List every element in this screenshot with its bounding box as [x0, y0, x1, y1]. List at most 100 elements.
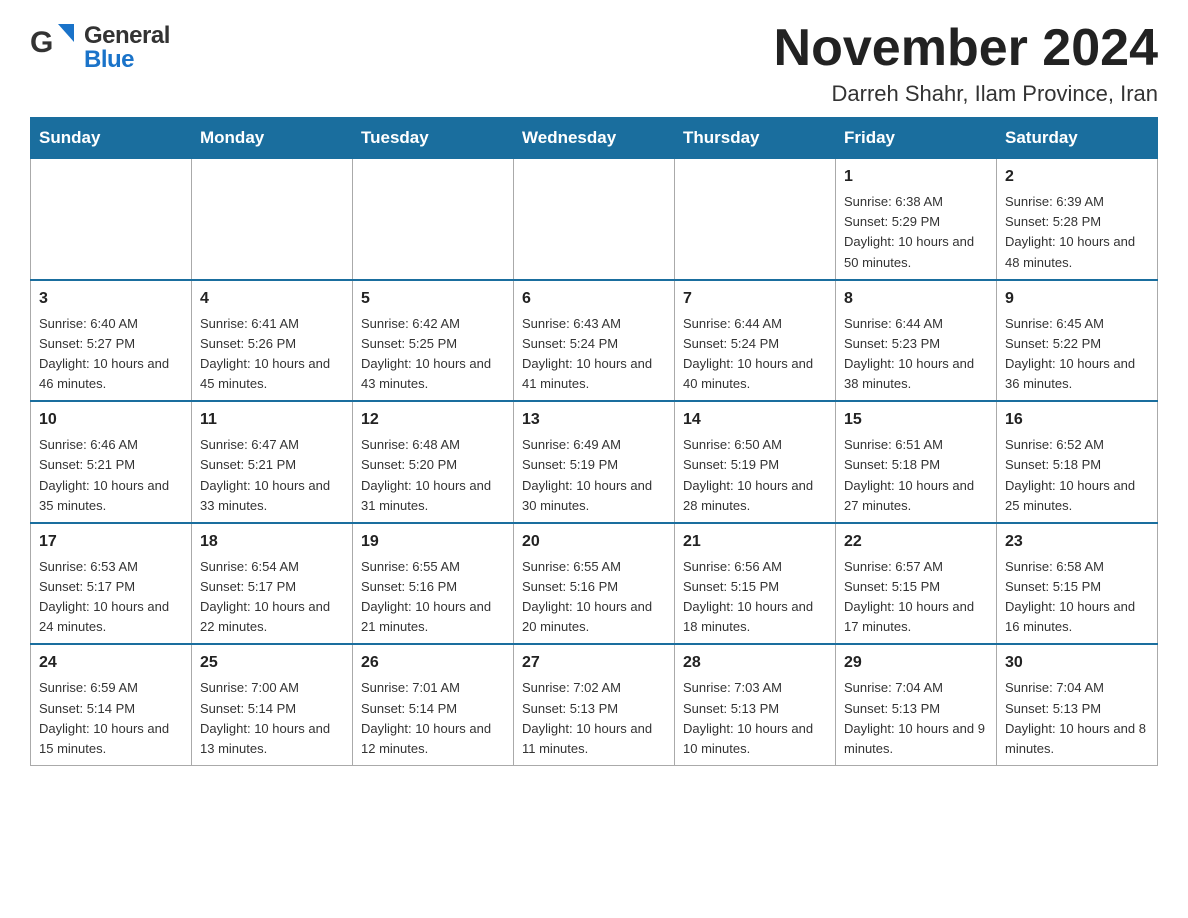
day-number: 22: [844, 530, 988, 554]
day-number: 14: [683, 408, 827, 432]
day-of-week-header: Tuesday: [353, 118, 514, 159]
day-info: Sunrise: 6:48 AM Sunset: 5:20 PM Dayligh…: [361, 435, 505, 516]
calendar-cell: 21 Sunrise: 6:56 AM Sunset: 5:15 PM Dayli…: [675, 523, 836, 645]
day-info: Sunrise: 6:50 AM Sunset: 5:19 PM Dayligh…: [683, 435, 827, 516]
calendar-cell: 23 Sunrise: 6:58 AM Sunset: 5:15 PM Dayli…: [997, 523, 1158, 645]
day-info: Sunrise: 7:04 AM Sunset: 5:13 PM Dayligh…: [1005, 678, 1149, 759]
calendar-table: SundayMondayTuesdayWednesdayThursdayFrid…: [30, 117, 1158, 766]
calendar-cell: 26Sunrise: 7:01 AM Sunset: 5:14 PM Dayli…: [353, 644, 514, 765]
calendar-cell: [192, 159, 353, 280]
day-info: Sunrise: 7:01 AM Sunset: 5:14 PM Dayligh…: [361, 678, 505, 759]
day-info: Sunrise: 7:03 AM Sunset: 5:13 PM Dayligh…: [683, 678, 827, 759]
calendar-cell: 15 Sunrise: 6:51 AM Sunset: 5:18 PM Dayli…: [836, 401, 997, 523]
day-info: Sunrise: 6:38 AM Sunset: 5:29 PM Dayligh…: [844, 192, 988, 273]
day-info: Sunrise: 6:39 AM Sunset: 5:28 PM Dayligh…: [1005, 192, 1149, 273]
calendar-cell: 10Sunrise: 6:46 AM Sunset: 5:21 PM Dayli…: [31, 401, 192, 523]
day-info: Sunrise: 6:52 AM Sunset: 5:18 PM Dayligh…: [1005, 435, 1149, 516]
calendar-week-row: 17 Sunrise: 6:53 AM Sunset: 5:17 PM Dayli…: [31, 523, 1158, 645]
calendar-week-row: 10Sunrise: 6:46 AM Sunset: 5:21 PM Dayli…: [31, 401, 1158, 523]
day-info: Sunrise: 6:41 AM Sunset: 5:26 PM Dayligh…: [200, 314, 344, 395]
logo: G General Blue: [30, 20, 170, 75]
calendar-cell: 29Sunrise: 7:04 AM Sunset: 5:13 PM Dayli…: [836, 644, 997, 765]
day-info: Sunrise: 6:42 AM Sunset: 5:25 PM Dayligh…: [361, 314, 505, 395]
day-info: Sunrise: 6:57 AM Sunset: 5:15 PM Dayligh…: [844, 557, 988, 638]
day-info: Sunrise: 7:04 AM Sunset: 5:13 PM Dayligh…: [844, 678, 988, 759]
calendar-cell: 18Sunrise: 6:54 AM Sunset: 5:17 PM Dayli…: [192, 523, 353, 645]
day-info: Sunrise: 7:02 AM Sunset: 5:13 PM Dayligh…: [522, 678, 666, 759]
logo-icon: G: [30, 20, 80, 75]
day-info: Sunrise: 6:44 AM Sunset: 5:23 PM Dayligh…: [844, 314, 988, 395]
day-info: Sunrise: 6:44 AM Sunset: 5:24 PM Dayligh…: [683, 314, 827, 395]
calendar-cell: 14 Sunrise: 6:50 AM Sunset: 5:19 PM Dayli…: [675, 401, 836, 523]
day-number: 20: [522, 530, 666, 554]
day-number: 7: [683, 287, 827, 311]
calendar-cell: 4Sunrise: 6:41 AM Sunset: 5:26 PM Daylig…: [192, 280, 353, 402]
calendar-cell: 28 Sunrise: 7:03 AM Sunset: 5:13 PM Dayli…: [675, 644, 836, 765]
calendar-cell: 13 Sunrise: 6:49 AM Sunset: 5:19 PM Dayli…: [514, 401, 675, 523]
day-number: 9: [1005, 287, 1149, 311]
day-number: 17: [39, 530, 183, 554]
calendar-cell: [514, 159, 675, 280]
day-of-week-header: Sunday: [31, 118, 192, 159]
day-number: 24: [39, 651, 183, 675]
day-info: Sunrise: 6:47 AM Sunset: 5:21 PM Dayligh…: [200, 435, 344, 516]
day-number: 28: [683, 651, 827, 675]
calendar-cell: 11 Sunrise: 6:47 AM Sunset: 5:21 PM Dayli…: [192, 401, 353, 523]
calendar-cell: 12Sunrise: 6:48 AM Sunset: 5:20 PM Dayli…: [353, 401, 514, 523]
calendar-week-row: 24Sunrise: 6:59 AM Sunset: 5:14 PM Dayli…: [31, 644, 1158, 765]
calendar-cell: 22 Sunrise: 6:57 AM Sunset: 5:15 PM Dayli…: [836, 523, 997, 645]
calendar-cell: 5 Sunrise: 6:42 AM Sunset: 5:25 PM Daylig…: [353, 280, 514, 402]
logo-general-text: General: [84, 24, 170, 48]
day-number: 23: [1005, 530, 1149, 554]
calendar-cell: [31, 159, 192, 280]
day-number: 18: [200, 530, 344, 554]
day-info: Sunrise: 6:55 AM Sunset: 5:16 PM Dayligh…: [361, 557, 505, 638]
calendar-cell: 25 Sunrise: 7:00 AM Sunset: 5:14 PM Dayli…: [192, 644, 353, 765]
day-number: 5: [361, 287, 505, 311]
calendar-cell: 16 Sunrise: 6:52 AM Sunset: 5:18 PM Dayli…: [997, 401, 1158, 523]
calendar-cell: 27 Sunrise: 7:02 AM Sunset: 5:13 PM Dayli…: [514, 644, 675, 765]
calendar-cell: 6 Sunrise: 6:43 AM Sunset: 5:24 PM Daylig…: [514, 280, 675, 402]
calendar-cell: 8 Sunrise: 6:44 AM Sunset: 5:23 PM Daylig…: [836, 280, 997, 402]
day-number: 19: [361, 530, 505, 554]
day-of-week-header: Friday: [836, 118, 997, 159]
day-number: 11: [200, 408, 344, 432]
day-info: Sunrise: 6:53 AM Sunset: 5:17 PM Dayligh…: [39, 557, 183, 638]
day-of-week-header: Wednesday: [514, 118, 675, 159]
day-number: 16: [1005, 408, 1149, 432]
day-of-week-header: Monday: [192, 118, 353, 159]
calendar-week-row: 3Sunrise: 6:40 AM Sunset: 5:27 PM Daylig…: [31, 280, 1158, 402]
calendar-cell: 20Sunrise: 6:55 AM Sunset: 5:16 PM Dayli…: [514, 523, 675, 645]
location-subtitle: Darreh Shahr, Ilam Province, Iran: [774, 81, 1158, 107]
title-block: November 2024 Darreh Shahr, Ilam Provinc…: [774, 20, 1158, 107]
day-of-week-header: Thursday: [675, 118, 836, 159]
calendar-week-row: 1Sunrise: 6:38 AM Sunset: 5:29 PM Daylig…: [31, 159, 1158, 280]
day-number: 6: [522, 287, 666, 311]
calendar-cell: 7 Sunrise: 6:44 AM Sunset: 5:24 PM Daylig…: [675, 280, 836, 402]
calendar-cell: 19 Sunrise: 6:55 AM Sunset: 5:16 PM Dayli…: [353, 523, 514, 645]
day-number: 25: [200, 651, 344, 675]
day-number: 21: [683, 530, 827, 554]
calendar-cell: [675, 159, 836, 280]
day-number: 27: [522, 651, 666, 675]
calendar-cell: 17 Sunrise: 6:53 AM Sunset: 5:17 PM Dayli…: [31, 523, 192, 645]
day-info: Sunrise: 6:56 AM Sunset: 5:15 PM Dayligh…: [683, 557, 827, 638]
day-number: 3: [39, 287, 183, 311]
calendar-header-row: SundayMondayTuesdayWednesdayThursdayFrid…: [31, 118, 1158, 159]
svg-text:G: G: [30, 26, 53, 59]
calendar-cell: 3Sunrise: 6:40 AM Sunset: 5:27 PM Daylig…: [31, 280, 192, 402]
day-number: 13: [522, 408, 666, 432]
day-number: 30: [1005, 651, 1149, 675]
calendar-cell: 2Sunrise: 6:39 AM Sunset: 5:28 PM Daylig…: [997, 159, 1158, 280]
day-info: Sunrise: 7:00 AM Sunset: 5:14 PM Dayligh…: [200, 678, 344, 759]
calendar-cell: 1Sunrise: 6:38 AM Sunset: 5:29 PM Daylig…: [836, 159, 997, 280]
day-number: 15: [844, 408, 988, 432]
day-info: Sunrise: 6:58 AM Sunset: 5:15 PM Dayligh…: [1005, 557, 1149, 638]
page-header: G General Blue November 2024 Darreh Shah…: [30, 20, 1158, 107]
day-info: Sunrise: 6:51 AM Sunset: 5:18 PM Dayligh…: [844, 435, 988, 516]
day-info: Sunrise: 6:49 AM Sunset: 5:19 PM Dayligh…: [522, 435, 666, 516]
calendar-cell: 30 Sunrise: 7:04 AM Sunset: 5:13 PM Dayli…: [997, 644, 1158, 765]
day-of-week-header: Saturday: [997, 118, 1158, 159]
day-info: Sunrise: 6:43 AM Sunset: 5:24 PM Dayligh…: [522, 314, 666, 395]
day-number: 8: [844, 287, 988, 311]
